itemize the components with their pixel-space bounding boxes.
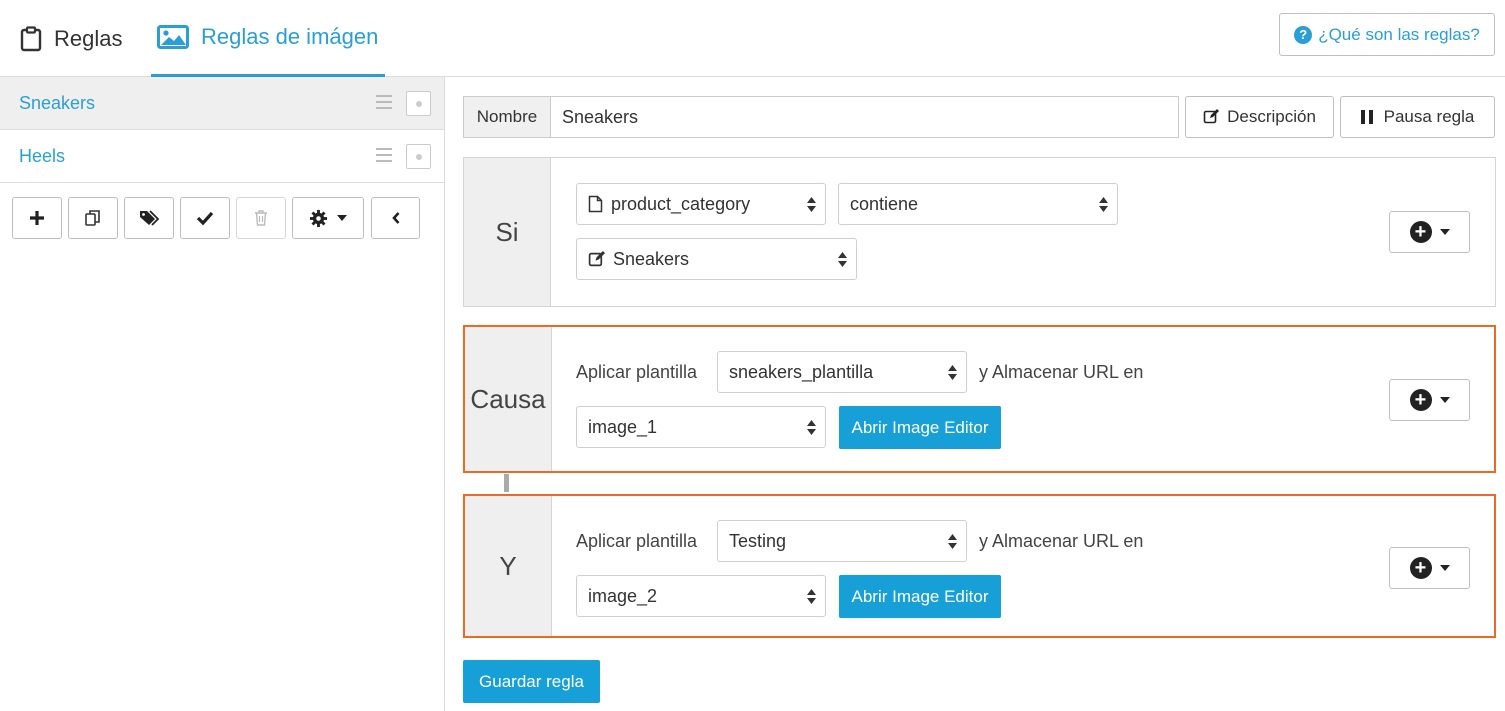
top-tab-bar: Reglas Reglas de imágen ? ¿Qué son las r… (0, 0, 1505, 77)
condition-field-select[interactable]: product_category (576, 183, 826, 225)
description-button-label: Descripción (1227, 107, 1316, 126)
pause-rule-label: Pausa regla (1383, 107, 1475, 126)
select-caret-icon (948, 534, 957, 549)
tags-icon (140, 210, 159, 226)
chevron-left-icon (391, 212, 399, 224)
tab-rules-label: Reglas (54, 25, 123, 51)
store-target-select[interactable]: image_2 (576, 575, 826, 617)
check-icon (196, 211, 214, 226)
question-circle-icon: ? (1294, 25, 1313, 44)
if-block-label: Si (464, 158, 551, 306)
cause-action-block: Causa Aplicar plantilla sneakers_plantil… (463, 325, 1496, 473)
file-icon (588, 195, 603, 213)
plus-circle-icon: + (1409, 221, 1432, 243)
rule-toggle-checkbox[interactable] (406, 144, 431, 169)
condition-value-select[interactable]: Sneakers (576, 238, 857, 280)
plus-circle-icon: + (1409, 557, 1432, 579)
help-button-label: ¿Qué son las reglas? (1318, 24, 1480, 44)
add-action-dropdown-button[interactable]: + (1389, 547, 1470, 589)
description-button[interactable]: Descripción (1185, 96, 1334, 138)
select-caret-icon (807, 197, 816, 212)
if-condition-block: Si product_category contiene Sneakers + (463, 157, 1496, 307)
store-target-value: image_2 (588, 585, 658, 606)
chevron-down-icon (1439, 565, 1450, 571)
select-caret-icon (948, 365, 957, 380)
plus-icon (30, 211, 44, 225)
condition-field-value: product_category (611, 193, 751, 214)
store-url-label: y Almacenar URL en (979, 362, 1144, 382)
select-caret-icon (838, 252, 847, 267)
collapse-sidebar-button[interactable] (371, 197, 420, 239)
gear-icon (309, 209, 328, 227)
open-image-editor-button[interactable]: Abrir Image Editor (839, 406, 1001, 449)
drag-handle-icon[interactable] (376, 95, 392, 109)
add-condition-dropdown-button[interactable]: + (1389, 211, 1470, 253)
tab-rules[interactable]: Reglas (20, 0, 122, 77)
condition-operator-select[interactable]: contiene (838, 183, 1118, 225)
pause-rule-button[interactable]: Pausa regla (1340, 96, 1495, 138)
and-block-label: Y (465, 496, 552, 636)
help-button[interactable]: ? ¿Qué son las reglas? (1279, 13, 1495, 56)
condition-operator-value: contiene (850, 193, 919, 214)
activate-rule-button[interactable] (180, 197, 230, 239)
block-connector (504, 474, 509, 492)
sidebar-item-label: Heels (19, 145, 66, 166)
rule-toggle-checkbox[interactable] (406, 91, 431, 116)
add-rule-button[interactable] (12, 197, 62, 239)
rules-sidebar: Sneakers Heels (0, 77, 445, 711)
delete-rule-button[interactable] (236, 197, 286, 239)
save-rule-button[interactable]: Guardar regla (463, 660, 600, 703)
apply-template-label: Aplicar plantilla (576, 531, 698, 551)
clipboard-icon (20, 25, 42, 52)
and-action-block: Y Aplicar plantilla Testing y Almacenar … (463, 494, 1496, 638)
store-url-label: y Almacenar URL en (979, 531, 1144, 551)
template-select[interactable]: sneakers_plantilla (717, 351, 967, 393)
tags-button[interactable] (124, 197, 174, 239)
sidebar-item-heels[interactable]: Heels (0, 130, 444, 183)
edit-icon (1203, 109, 1220, 124)
copy-icon (85, 210, 100, 226)
name-label: Nombre (463, 96, 551, 138)
tab-image-rules[interactable]: Reglas de imágen (151, 0, 385, 77)
edit-icon (588, 250, 605, 268)
duplicate-rule-button[interactable] (68, 197, 118, 239)
settings-dropdown-button[interactable] (292, 197, 364, 239)
store-target-select[interactable]: image_1 (576, 406, 826, 448)
sidebar-item-label: Sneakers (19, 92, 96, 113)
select-caret-icon (807, 589, 816, 604)
template-select-value: Testing (729, 530, 787, 551)
plus-circle-icon: + (1409, 389, 1432, 411)
template-select[interactable]: Testing (717, 520, 967, 562)
chevron-down-icon (1439, 397, 1450, 403)
condition-value-text: Sneakers (613, 248, 690, 269)
chevron-down-icon (1439, 229, 1450, 235)
sidebar-item-sneakers[interactable]: Sneakers (0, 77, 444, 130)
cause-block-label: Causa (465, 327, 552, 471)
image-icon (157, 25, 189, 49)
chevron-down-icon (337, 215, 347, 221)
store-target-value: image_1 (588, 416, 658, 437)
template-select-value: sneakers_plantilla (729, 361, 874, 382)
select-caret-icon (1099, 197, 1108, 212)
apply-template-label: Aplicar plantilla (576, 362, 698, 382)
tab-image-rules-label: Reglas de imágen (201, 24, 379, 49)
select-caret-icon (807, 420, 816, 435)
open-image-editor-button[interactable]: Abrir Image Editor (839, 575, 1001, 618)
trash-icon (255, 210, 267, 226)
pause-icon (1360, 110, 1373, 124)
drag-handle-icon[interactable] (376, 148, 392, 162)
add-action-dropdown-button[interactable]: + (1389, 379, 1470, 421)
rule-name-input[interactable] (550, 96, 1179, 138)
